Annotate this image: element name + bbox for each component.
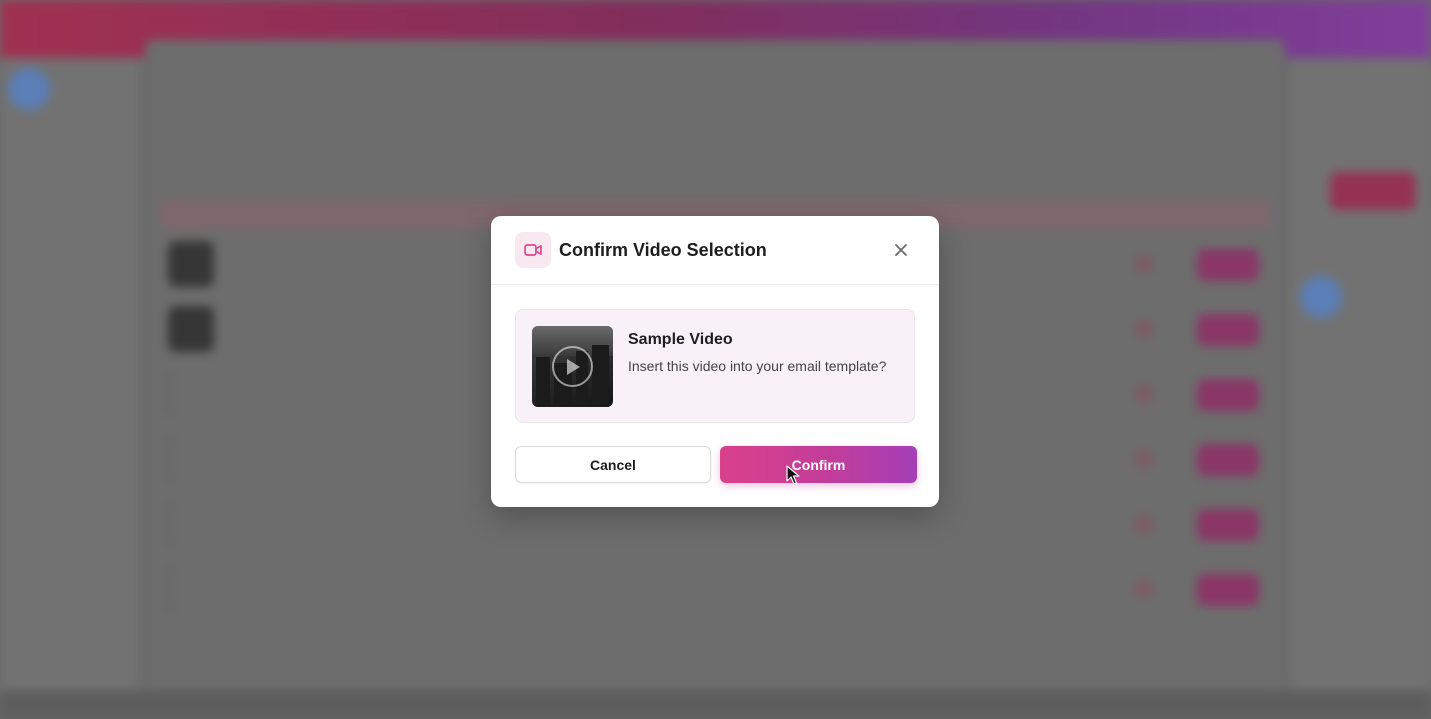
confirm-button[interactable]: Confirm	[720, 446, 917, 483]
video-camera-icon	[515, 232, 551, 268]
close-icon[interactable]	[891, 240, 911, 260]
confirm-video-modal: Confirm Video Selection Sample Video Ins…	[491, 216, 939, 507]
mouse-cursor-icon	[786, 465, 800, 490]
play-icon	[552, 346, 593, 387]
video-thumbnail	[532, 326, 613, 407]
modal-title: Confirm Video Selection	[559, 240, 767, 260]
modal-header: Confirm Video Selection	[491, 216, 939, 285]
video-preview-card: Sample Video Insert this video into your…	[515, 309, 915, 423]
video-title: Sample Video	[628, 331, 733, 348]
cancel-button[interactable]: Cancel	[515, 446, 711, 483]
video-description: Insert this video into your email templa…	[628, 358, 887, 374]
